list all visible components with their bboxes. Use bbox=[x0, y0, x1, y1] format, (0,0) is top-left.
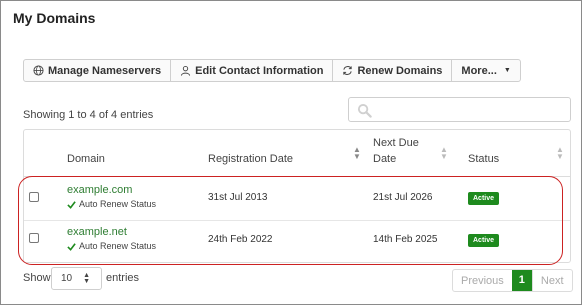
renew-domains-button[interactable]: Renew Domains bbox=[333, 60, 453, 81]
sort-icon: ▲ ▼ bbox=[556, 145, 564, 161]
column-header-next-due-line1[interactable]: Next Due bbox=[373, 136, 419, 151]
manage-nameservers-label: Manage Nameservers bbox=[48, 64, 162, 77]
edit-contact-label: Edit Contact Information bbox=[195, 64, 324, 77]
page-length-select[interactable]: 10 ▲ ▼ bbox=[51, 267, 102, 290]
column-header-status[interactable]: Status bbox=[468, 152, 499, 167]
previous-page-button[interactable]: Previous bbox=[453, 270, 512, 291]
show-label: Show bbox=[23, 272, 51, 284]
renew-domains-label: Renew Domains bbox=[357, 64, 443, 77]
sort-icon: ▲ ▼ bbox=[353, 145, 361, 161]
user-icon bbox=[181, 66, 191, 76]
page-length-value: 10 bbox=[61, 273, 73, 284]
more-dropdown-button[interactable]: More... ▼ bbox=[452, 60, 519, 81]
caret-down-icon: ▼ bbox=[503, 67, 511, 74]
refresh-icon bbox=[343, 66, 353, 75]
bulk-actions-toolbar: Manage Nameservers Edit Contact Informat… bbox=[23, 59, 521, 82]
edit-contact-button[interactable]: Edit Contact Information bbox=[171, 60, 334, 81]
entries-info: Showing 1 to 4 of 4 entries bbox=[23, 109, 154, 121]
column-header-next-due-line2[interactable]: Date bbox=[373, 152, 396, 167]
domains-panel: My Domains Manage Nameservers Edit Conta… bbox=[0, 0, 582, 305]
page-1-button[interactable]: 1 bbox=[511, 270, 532, 291]
next-page-button[interactable]: Next bbox=[531, 270, 572, 291]
manage-nameservers-button[interactable]: Manage Nameservers bbox=[24, 60, 172, 81]
updown-arrows-icon: ▲ ▼ bbox=[83, 272, 90, 285]
globe-icon bbox=[33, 65, 44, 76]
pagination: Previous 1 Next bbox=[452, 269, 573, 292]
search-icon bbox=[357, 103, 372, 118]
highlight-annotation bbox=[18, 176, 563, 265]
page-title: My Domains bbox=[13, 10, 96, 26]
entries-label: entries bbox=[106, 272, 140, 284]
more-label: More... bbox=[461, 64, 497, 77]
sort-icon: ▲ ▼ bbox=[440, 145, 448, 161]
search-input[interactable] bbox=[348, 97, 571, 122]
column-header-domain[interactable]: Domain bbox=[67, 152, 105, 167]
column-header-registration-date[interactable]: Registration Date bbox=[208, 152, 293, 167]
